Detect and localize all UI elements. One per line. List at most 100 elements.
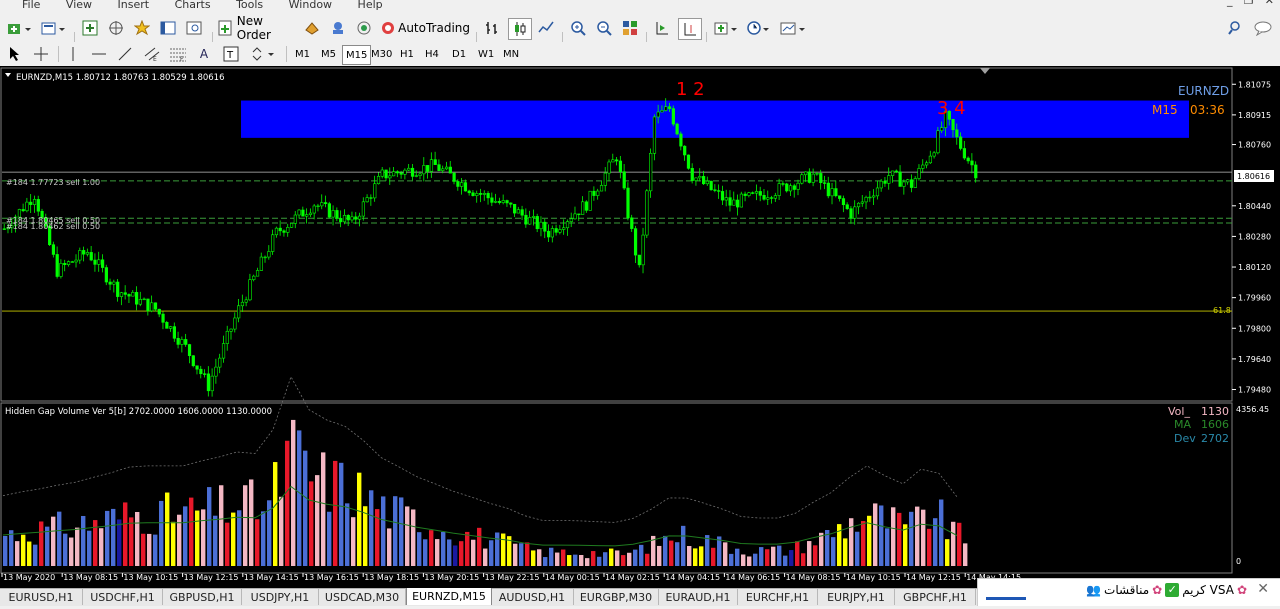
- line-chart-icon[interactable]: [536, 18, 556, 38]
- minimize-icon[interactable]: _: [1227, 0, 1233, 6]
- resistance-zone[interactable]: [241, 100, 1189, 138]
- trendline-icon[interactable]: [116, 44, 134, 64]
- deviation-line: [2, 375, 958, 523]
- tab-eurnzd-m15[interactable]: EURNZD,M15: [406, 588, 492, 605]
- new-chart-icon[interactable]: [4, 18, 34, 38]
- candle: [271, 229, 275, 255]
- volume-bar: [621, 555, 626, 566]
- candle-body: [384, 169, 388, 179]
- tester-icon[interactable]: [184, 18, 204, 38]
- tab-gbpusd-h1[interactable]: GBPUSD,H1: [163, 589, 242, 605]
- timeframe-d1[interactable]: D1: [449, 45, 469, 63]
- price-axis-label: 1.79480: [1238, 386, 1271, 395]
- timeframe-m5[interactable]: M5: [318, 45, 339, 63]
- new-order-button[interactable]: New Order: [218, 14, 300, 42]
- candle: [331, 205, 335, 226]
- tab-eurusd-h1[interactable]: EURUSD,H1: [0, 589, 83, 605]
- periods-icon[interactable]: [744, 18, 774, 38]
- crosshair-icon[interactable]: [32, 44, 50, 64]
- user-name-label[interactable]: کریم VSA: [1182, 583, 1234, 597]
- discussions-label[interactable]: مناقشات: [1104, 583, 1149, 597]
- candle: [354, 212, 358, 225]
- horizontal-line-icon[interactable]: [90, 44, 108, 64]
- tile-windows-icon[interactable]: [620, 18, 640, 38]
- tab-eurjpy-h1[interactable]: EURJPY,H1: [818, 589, 895, 605]
- favorites-icon[interactable]: [132, 18, 152, 38]
- autotrading-button[interactable]: AutoTrading: [380, 18, 470, 38]
- profiles-icon[interactable]: [38, 18, 68, 38]
- timeframe-m1[interactable]: M1: [292, 45, 313, 63]
- tab-usdchf-h1[interactable]: USDCHF,H1: [83, 589, 163, 605]
- candle: [259, 252, 263, 271]
- fibonacci-icon[interactable]: F: [168, 44, 188, 64]
- zoom-out-icon[interactable]: [594, 18, 614, 38]
- candlestick-icon[interactable]: [508, 18, 532, 40]
- text-label-icon[interactable]: T: [222, 44, 240, 64]
- candle-body: [807, 171, 812, 183]
- volume-bar: [285, 440, 290, 566]
- menu-window[interactable]: Window: [289, 0, 332, 10]
- expert-icon[interactable]: [302, 18, 322, 38]
- candle-body: [399, 172, 403, 175]
- volume-bar: [183, 506, 188, 566]
- radio-icon[interactable]: [354, 18, 374, 38]
- signals-icon[interactable]: [328, 18, 348, 38]
- tab-euraud-h1[interactable]: EURAUD,H1: [659, 589, 738, 605]
- templates-icon[interactable]: [778, 18, 808, 38]
- messenger-overlay[interactable]: 👥 مناقشات ✿ ✓ کریم VSA ✿ ✕: [977, 578, 1280, 606]
- arrows-icon[interactable]: [250, 44, 278, 64]
- candle: [437, 159, 441, 172]
- timeframe-h1[interactable]: H1: [397, 45, 417, 63]
- bar-chart-icon[interactable]: [482, 18, 502, 38]
- vertical-line-icon[interactable]: [66, 44, 80, 64]
- tab-usdcad-m30[interactable]: USDCAD,M30: [319, 589, 406, 605]
- candle: [974, 161, 978, 183]
- zoom-in-icon[interactable]: [568, 18, 588, 38]
- candle-body: [116, 281, 120, 297]
- restore-icon[interactable]: ❐: [1244, 0, 1254, 6]
- menu-tools[interactable]: Tools: [236, 0, 263, 10]
- overlay-close-icon[interactable]: ✕: [1257, 581, 1269, 597]
- volume-bar: [477, 527, 482, 566]
- candle-body: [872, 195, 876, 198]
- candle: [153, 302, 158, 312]
- indicators-icon[interactable]: [712, 18, 742, 38]
- tab-audusd-h1[interactable]: AUDUSD,H1: [491, 589, 574, 605]
- text-icon[interactable]: A: [196, 44, 212, 64]
- menu-file[interactable]: File: [22, 0, 40, 10]
- order-label-sell-3[interactable]: #184 1.80462 sell 0.50: [6, 222, 100, 231]
- navigator-icon[interactable]: [106, 18, 126, 38]
- menu-insert[interactable]: Insert: [118, 0, 150, 10]
- chat-icon[interactable]: [1252, 18, 1276, 38]
- timeframe-h4[interactable]: H4: [422, 45, 442, 63]
- menu-charts[interactable]: Charts: [175, 0, 211, 10]
- candle-body: [320, 202, 324, 207]
- order-label-sell-1[interactable]: #184 1.77723 sell 1.00: [6, 178, 100, 187]
- chart-window[interactable]: EURNZD,M15 1.80712 1.80763 1.80529 1.806…: [0, 66, 1280, 588]
- timeframe-m15[interactable]: M15: [342, 45, 372, 65]
- terminal-icon[interactable]: [158, 18, 178, 38]
- candle: [686, 154, 691, 170]
- timeframe-mn[interactable]: MN: [500, 45, 522, 63]
- timeframe-w1[interactable]: W1: [475, 45, 497, 63]
- chart-canvas[interactable]: EURNZD,M15 1.80712 1.80763 1.80529 1.806…: [0, 66, 1280, 588]
- candle: [452, 172, 456, 185]
- auto-scroll-icon[interactable]: [652, 18, 672, 38]
- close-icon[interactable]: ✕: [1265, 0, 1274, 6]
- menu-help[interactable]: Help: [358, 0, 383, 10]
- candle: [429, 152, 434, 178]
- shift-marker-icon[interactable]: [980, 68, 990, 74]
- tab-usdjpy-h1[interactable]: USDJPY,H1: [242, 589, 319, 605]
- cursor-icon[interactable]: [6, 44, 24, 64]
- equidistant-channel-icon[interactable]: E: [142, 44, 162, 64]
- tab-eurgbp-m30[interactable]: EURGBP,M30: [574, 589, 659, 605]
- tab-eurchf-h1[interactable]: EURCHF,H1: [738, 589, 818, 605]
- volume-bar: [63, 533, 68, 566]
- market-watch-icon[interactable]: [80, 18, 100, 38]
- candle-body: [641, 234, 645, 266]
- menu-view[interactable]: View: [66, 0, 92, 10]
- search-icon[interactable]: [1226, 18, 1246, 38]
- chart-shift-icon[interactable]: [678, 18, 702, 40]
- timeframe-m30[interactable]: M30: [368, 45, 395, 63]
- tab-gbpchf-h1[interactable]: GBPCHF,H1: [895, 589, 976, 605]
